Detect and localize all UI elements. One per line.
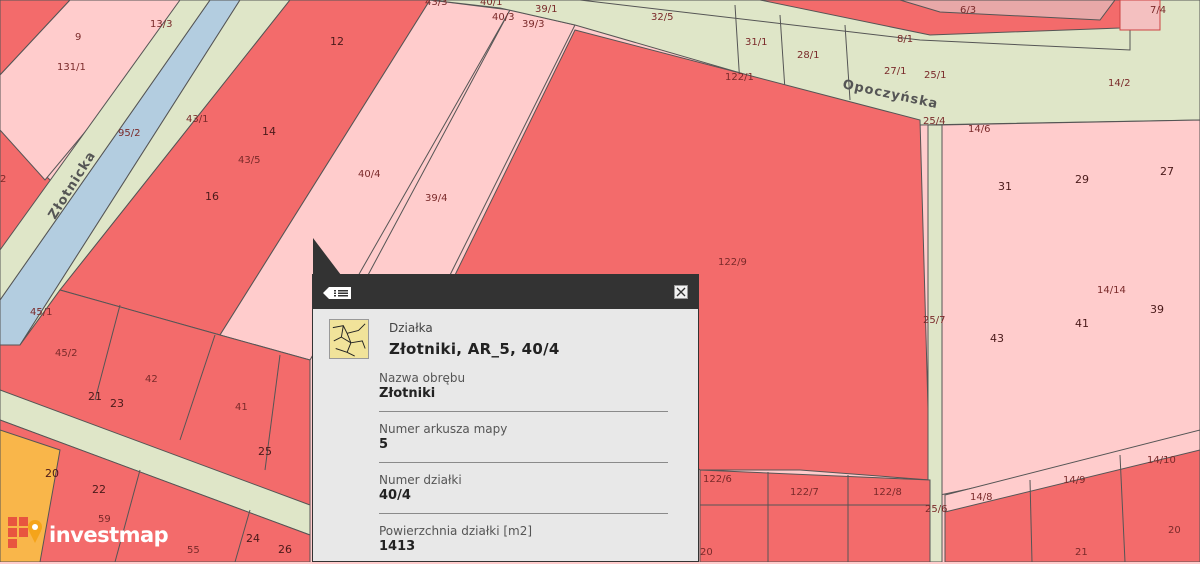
feature-type-label: Działka <box>389 321 433 335</box>
attribute-row: Powierzchnia działki [m2] 1413 <box>379 524 668 564</box>
attribute-row: Nazwa obrębu Złotniki <box>379 371 668 412</box>
popup-body: Działka Złotniki, AR_5, 40/4 Nazwa obręb… <box>313 309 698 564</box>
parcel-number: 16 <box>205 190 219 203</box>
parcel-number: 29 <box>1075 173 1089 186</box>
parcel-number: 40/1 <box>480 0 502 8</box>
logo-text: investmap <box>49 523 169 547</box>
parcel-number: 122/1 <box>725 72 754 83</box>
attribute-value: 40/4 <box>379 488 411 503</box>
parcel-number: 9 <box>75 32 81 43</box>
parcel-number: 25/1 <box>924 70 946 81</box>
attribute-value: 5 <box>379 437 389 452</box>
parcel-number: 14/6 <box>968 124 990 135</box>
parcel-number: 14/14 <box>1097 285 1126 296</box>
parcel-number: 41 <box>1075 317 1089 330</box>
parcel-number: 41 <box>235 402 248 413</box>
popup-pointer <box>313 238 341 275</box>
parcel-number: 122/8 <box>873 487 902 498</box>
attribute-value: Złotniki <box>379 386 436 401</box>
popup-title-row: Działka Złotniki, AR_5, 40/4 <box>329 319 682 359</box>
parcel-number: 31/1 <box>745 37 767 48</box>
parcel-number: 26 <box>278 543 292 556</box>
attribute-label: Nazwa obrębu <box>379 371 466 385</box>
parcel-number: 27 <box>1160 165 1174 178</box>
parcel-number: 25 <box>258 445 272 458</box>
parcel-number: 25/6 <box>925 504 947 515</box>
logo-icon <box>8 517 42 548</box>
attribute-row: Numer działki 40/4 <box>379 473 668 514</box>
attribute-label: Numer działki <box>379 473 462 487</box>
parcel-number: 122/7 <box>790 487 819 498</box>
parcel-number: 12 <box>330 35 344 48</box>
parcel-number: 32/5 <box>651 12 673 23</box>
parcel-number: 122/9 <box>718 257 747 268</box>
parcel-number: 6/3 <box>960 5 976 16</box>
attribute-label: Numer arkusza mapy <box>379 422 508 436</box>
parcel-number: 40/4 <box>358 169 380 180</box>
parcel-number: 39/3 <box>522 19 544 30</box>
parcel-number: 25/4 <box>923 116 945 127</box>
parcel-number: 14/2 <box>1108 78 1130 89</box>
parcel-number: 55 <box>187 545 200 556</box>
parcel-number: 131/1 <box>57 62 86 73</box>
parcel-number: 43 <box>990 332 1004 345</box>
parcel-number: 45/2 <box>55 348 77 359</box>
parcel-map-icon <box>329 319 369 359</box>
attribute-value: 1413 <box>379 539 416 554</box>
popup-title-block: Działka Złotniki, AR_5, 40/4 <box>389 321 560 358</box>
parcel-number: 21 <box>88 390 102 403</box>
parcel-title: Złotniki, AR_5, 40/4 <box>389 340 560 358</box>
parcel-number: 2 <box>0 174 6 185</box>
parcel-number: 25/7 <box>923 315 945 326</box>
attribute-list: Nazwa obrębu Złotniki Numer arkusza mapy… <box>379 371 668 564</box>
parcel-number: 122/6 <box>703 474 732 485</box>
parcel-number: 24 <box>246 532 260 545</box>
parcel-number: 21 <box>1075 547 1088 558</box>
parcel-number: 23 <box>110 397 124 410</box>
parcel-number: 42 <box>145 374 158 385</box>
parcel-number: 27/1 <box>884 66 906 77</box>
parcel-number: 13/3 <box>150 19 172 30</box>
parcel-number: 43/5 <box>238 155 260 166</box>
attribute-row: Numer arkusza mapy 5 <box>379 422 668 463</box>
parcel-number: 31 <box>998 180 1012 193</box>
parcel-red <box>699 469 931 562</box>
list-icon[interactable] <box>323 286 353 300</box>
parcel-number: 43/1 <box>186 114 208 125</box>
popup-header <box>313 275 698 309</box>
parcel-number: 22 <box>92 483 106 496</box>
parcel-number: 20 <box>700 547 713 558</box>
parcel-number: 14 <box>262 125 276 138</box>
parcel-number: 20 <box>1168 525 1181 536</box>
parcel-number: 45/1 <box>30 307 52 318</box>
parcel-number: 8/1 <box>897 34 913 45</box>
parcel-number: 28/1 <box>797 50 819 61</box>
parcel-number: 14/8 <box>970 492 992 503</box>
parcel-number: 7/4 <box>1150 5 1166 16</box>
attribute-label: Powierzchnia działki [m2] <box>379 524 533 538</box>
parcel-number: 14/9 <box>1063 475 1085 486</box>
parcel-number: 39/4 <box>425 193 447 204</box>
parcel-number: 43/3 <box>425 0 447 8</box>
parcel-info-popup: Działka Złotniki, AR_5, 40/4 Nazwa obręb… <box>312 274 699 562</box>
parcel-number: 95/2 <box>118 128 140 139</box>
close-button[interactable] <box>674 285 688 299</box>
close-icon <box>676 287 686 297</box>
parcel-number: 39/1 <box>535 4 557 15</box>
parcel-number: 40/3 <box>492 12 514 23</box>
parcel-number: 39 <box>1150 303 1164 316</box>
parcel-number: 14/10 <box>1147 455 1176 466</box>
investmap-logo[interactable]: investmap <box>8 517 169 553</box>
parcel-number: 20 <box>45 467 59 480</box>
